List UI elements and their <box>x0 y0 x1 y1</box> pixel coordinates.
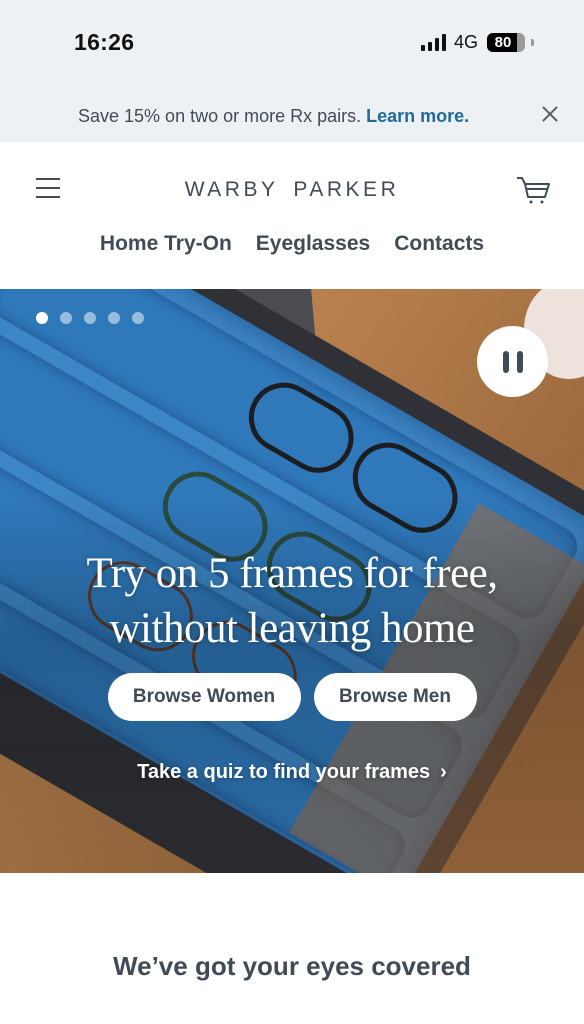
pause-button[interactable] <box>477 326 548 397</box>
pause-icon <box>516 350 523 373</box>
chevron-right-icon: › <box>440 761 447 783</box>
pause-icon <box>502 350 509 373</box>
network-type: 4G <box>453 32 478 52</box>
browse-men-button[interactable]: Browse Men <box>313 673 477 721</box>
section-title: We’ve got your eyes covered <box>113 951 471 981</box>
promo-banner: Save 15% on two or more Rx pairs. Learn … <box>0 90 584 141</box>
hero-title-line-1: Try on 5 frames for free, <box>86 550 498 597</box>
main-nav: Home Try-On Eyeglasses Contacts <box>0 232 584 256</box>
shopping-cart-icon[interactable] <box>516 175 552 205</box>
hero-carousel: Try on 5 frames for free, without leavin… <box>0 289 584 873</box>
quiz-link-label: Take a quiz to find your frames <box>137 761 431 783</box>
carousel-dot-2[interactable] <box>60 312 72 324</box>
carousel-dot-5[interactable] <box>132 312 144 324</box>
close-icon[interactable] <box>538 102 562 126</box>
status-indicators: 4G 80 <box>420 32 534 53</box>
battery-cap <box>531 39 534 46</box>
promo-text: Save 15% on two or more Rx pairs. Learn … <box>78 106 469 127</box>
quiz-link[interactable]: Take a quiz to find your frames › <box>0 761 584 784</box>
nav-eyeglasses[interactable]: Eyeglasses <box>256 232 370 256</box>
promo-message: Save 15% on two or more Rx pairs. <box>78 106 362 126</box>
site-header: WARBY PARKER Home Try-On Eyeglasses Cont… <box>0 141 584 289</box>
nav-home-try-on[interactable]: Home Try-On <box>100 232 232 256</box>
nav-contacts[interactable]: Contacts <box>394 232 484 256</box>
status-bar: 16:26 4G 80 <box>0 0 584 90</box>
hero-title-line-2: without leaving home <box>109 605 476 652</box>
battery-icon: 80 <box>487 33 525 52</box>
carousel-dot-3[interactable] <box>84 312 96 324</box>
carousel-dot-1[interactable] <box>36 312 48 324</box>
carousel-dots <box>36 312 144 324</box>
signal-bars-icon <box>420 34 446 51</box>
hero-title: Try on 5 frames for free, without leavin… <box>0 546 584 656</box>
hero-buttons: Browse Women Browse Men <box>0 673 584 721</box>
battery-percent: 80 <box>494 34 512 51</box>
logo[interactable]: WARBY PARKER <box>0 178 584 202</box>
status-time: 16:26 <box>74 29 135 55</box>
browse-women-button[interactable]: Browse Women <box>107 673 301 721</box>
learn-more-link[interactable]: Learn more. <box>366 106 469 126</box>
carousel-dot-4[interactable] <box>108 312 120 324</box>
